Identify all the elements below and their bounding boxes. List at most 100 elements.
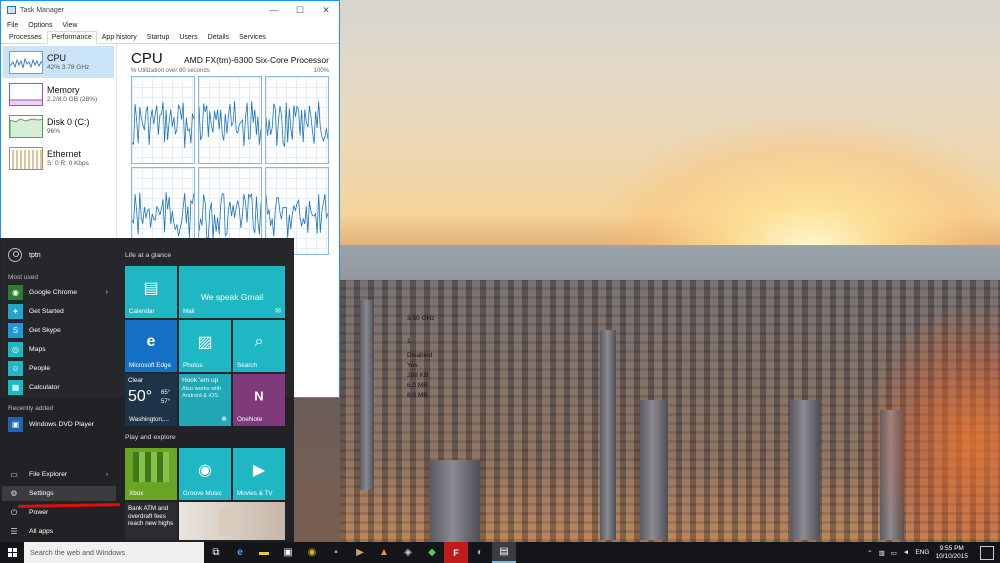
stat-l3-cache: 8.0 MB <box>407 392 428 399</box>
menu-options[interactable]: Options <box>28 22 52 29</box>
task-manager-icon <box>7 6 16 14</box>
lightbulb-icon: ✦ <box>8 304 23 319</box>
app-windows-dvd-player[interactable]: ▣ Windows DVD Player <box>8 417 116 432</box>
menu-view[interactable]: View <box>62 22 77 29</box>
tab-performance[interactable]: Performance <box>46 31 97 44</box>
tile-microsoft-edge[interactable]: e Microsoft Edge <box>125 320 177 372</box>
start-button[interactable] <box>0 542 24 563</box>
tile-calendar[interactable]: ▤ Calendar <box>125 266 177 318</box>
skype-icon: S <box>8 323 23 338</box>
clock[interactable]: 9:55 PM 10/10/2015 <box>935 545 968 561</box>
resource-memory[interactable]: Memory 2.2/8.0 GB (28%) <box>3 78 114 110</box>
core-graph <box>265 76 329 164</box>
tile-onenote[interactable]: N OneNote <box>233 374 285 426</box>
tab-services[interactable]: Services <box>234 31 271 43</box>
xbox-icon: ⊗ <box>221 416 227 423</box>
app-get-skype[interactable]: S Get Skype <box>8 323 116 338</box>
power-button[interactable]: ⏻ Power <box>8 505 116 520</box>
menu-bar: File Options View <box>1 19 339 31</box>
chrome-taskbar-icon[interactable]: ◉ <box>300 542 324 563</box>
stat-hyper-v: Yes <box>407 362 418 369</box>
app-google-chrome[interactable]: ◉ Google Chrome › <box>8 285 116 300</box>
user-account[interactable]: tptn <box>8 248 41 262</box>
file-explorer-taskbar-icon[interactable]: ▬ <box>252 542 276 563</box>
vlc-taskbar-icon[interactable]: ▲ <box>372 542 396 563</box>
app-calculator[interactable]: ▦ Calculator <box>8 380 116 395</box>
weather-low: 57° <box>161 399 171 405</box>
window-title: Task Manager <box>20 6 64 14</box>
resource-name: Ethernet <box>47 149 82 159</box>
weather-temperature: 50° <box>128 388 153 405</box>
taskbar-search-box[interactable]: Search the web and Windows <box>24 542 204 563</box>
tile-money-news[interactable]: Bank ATM and overdraft fees reach new hi… <box>125 502 177 540</box>
action-center-icon[interactable] <box>980 545 994 560</box>
minimize-button[interactable]: — <box>261 5 287 15</box>
task-view-icon[interactable]: ⧉ <box>204 542 228 563</box>
clock-date: 10/10/2015 <box>935 552 968 560</box>
app-taskbar-icon[interactable]: ▪ <box>324 542 348 563</box>
settings-button[interactable]: ⚙ Settings <box>2 486 116 501</box>
app-maps[interactable]: ◎ Maps <box>8 342 116 357</box>
store-taskbar-icon[interactable]: ▣ <box>276 542 300 563</box>
resource-cpu[interactable]: CPU 42% 3.78 GHz <box>3 46 114 78</box>
dvd-icon: ▣ <box>8 417 23 432</box>
tab-users[interactable]: Users <box>174 31 202 43</box>
tab-details[interactable]: Details <box>203 31 234 43</box>
title-bar[interactable]: Task Manager — ☐ ✕ <box>1 1 339 19</box>
groove-music-icon: ◉ <box>198 461 212 479</box>
chevron-right-icon[interactable]: › <box>106 289 108 296</box>
tile-news-photo[interactable] <box>179 502 285 540</box>
utilization-label: % Utilization over 60 seconds <box>131 68 210 74</box>
utility-taskbar-icon[interactable]: ◆ <box>420 542 444 563</box>
maximize-button[interactable]: ☐ <box>287 5 313 16</box>
network-icon[interactable]: ▭ <box>891 549 897 557</box>
chevron-up-icon[interactable]: ⌃ <box>867 549 872 557</box>
media-taskbar-icon[interactable]: ▶ <box>348 542 372 563</box>
app-get-started[interactable]: ✦ Get Started <box>8 304 116 319</box>
tile-xbox[interactable]: Xbox <box>125 448 177 500</box>
tile-search[interactable]: ⌕ Search <box>233 320 285 372</box>
resource-name: CPU <box>47 53 67 63</box>
tray-app-icon[interactable]: ▥ <box>879 549 885 557</box>
calculator-icon: ▦ <box>8 380 23 395</box>
tab-app-history[interactable]: App history <box>97 31 142 43</box>
close-button[interactable]: ✕ <box>313 5 339 16</box>
people-icon: ☺ <box>8 361 23 376</box>
app-people[interactable]: ☺ People <box>8 361 116 376</box>
system-label: Power <box>29 509 49 516</box>
app2-taskbar-icon[interactable]: ◐ <box>468 542 492 563</box>
tile-label: Groove Music <box>183 490 222 497</box>
system-label: File Explorer <box>29 471 68 478</box>
tab-processes[interactable]: Processes <box>4 31 47 43</box>
tile-movies-tv[interactable]: ▶ Movies & TV <box>233 448 285 500</box>
taskbar: Search the web and Windows ⧉ e ▬ ▣ ◉ ▪ ▶… <box>0 542 1000 563</box>
wallpaper-tower <box>360 300 374 490</box>
core-utilization-line <box>199 193 261 239</box>
list-icon: ☰ <box>10 527 18 536</box>
game-taskbar-icon[interactable]: ◈ <box>396 542 420 563</box>
task-manager-taskbar-icon[interactable]: ▤ <box>492 542 516 563</box>
tile-photos[interactable]: ▨ Photos <box>179 320 231 372</box>
tile-weather[interactable]: Clear 50° 65° 57° Washington,... <box>125 374 177 426</box>
volume-icon[interactable]: ◄ <box>903 549 909 556</box>
chevron-right-icon[interactable]: › <box>106 471 108 478</box>
tile-label: OneNote <box>237 416 263 423</box>
menu-file[interactable]: File <box>7 22 18 29</box>
resource-ethernet[interactable]: Ethernet S: 0 R: 0 Kbps <box>3 142 114 174</box>
all-apps-button[interactable]: ☰ All apps <box>8 524 116 539</box>
tile-groove-music[interactable]: ◉ Groove Music <box>179 448 231 500</box>
tab-startup[interactable]: Startup <box>142 31 175 43</box>
filezilla-taskbar-icon[interactable]: F <box>444 542 468 563</box>
power-icon: ⏻ <box>10 507 18 517</box>
file-explorer-button[interactable]: ▭ File Explorer › <box>8 467 116 482</box>
minecraft-art-icon <box>133 452 169 482</box>
edge-taskbar-icon[interactable]: e <box>228 542 252 563</box>
input-language[interactable]: ENG <box>915 549 929 556</box>
resource-disk[interactable]: Disk 0 (C:) 96% <box>3 110 114 142</box>
tab-bar: Processes Performance App history Startu… <box>1 31 339 44</box>
system-tray: ⌃ ▥ ▭ ◄ ENG 9:55 PM 10/10/2015 <box>861 542 1000 563</box>
tile-mail[interactable]: We speak Gmail Mail ✉ <box>179 266 285 318</box>
cpu-model: AMD FX(tm)-6300 Six-Core Processor <box>183 55 329 65</box>
tile-xbox-promo[interactable]: Hook 'em up Also works with Android & iO… <box>179 374 231 426</box>
memory-sparkline <box>9 82 43 106</box>
